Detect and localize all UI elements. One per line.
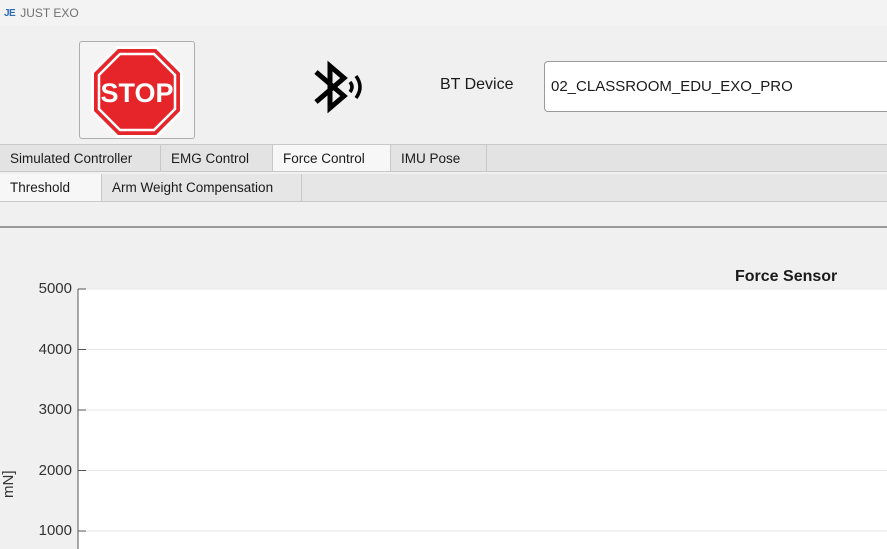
app-logo-icon: JE bbox=[4, 7, 16, 19]
toolbar: STOP BT Device 02_CLASSROOM_EDU_EXO_PRO bbox=[0, 26, 887, 144]
y-tick-label: 2000 bbox=[38, 461, 72, 479]
tab-label: Threshold bbox=[10, 180, 71, 195]
tab-force-control[interactable]: Force Control bbox=[273, 145, 391, 171]
stop-sign-icon: STOP bbox=[91, 46, 183, 138]
plot-svg bbox=[77, 288, 887, 549]
title-bar: JE JUST EXO bbox=[0, 0, 887, 26]
y-axis-label: mN] bbox=[0, 470, 17, 499]
plot-axes[interactable] bbox=[77, 288, 887, 549]
tab-imu-pose[interactable]: IMU Pose bbox=[391, 145, 487, 171]
tab-threshold[interactable]: Threshold bbox=[0, 174, 102, 201]
bt-device-field[interactable]: 02_CLASSROOM_EDU_EXO_PRO bbox=[544, 61, 887, 112]
y-tick-label: 4000 bbox=[38, 340, 72, 358]
tab-arm-weight-compensation[interactable]: Arm Weight Compensation bbox=[102, 174, 302, 201]
tab-label: Arm Weight Compensation bbox=[112, 180, 274, 195]
tab-label: Force Control bbox=[283, 150, 365, 166]
window-title: JUST EXO bbox=[20, 6, 79, 20]
main-tab-bar: Simulated Controller EMG Control Force C… bbox=[0, 144, 887, 172]
bt-device-value: 02_CLASSROOM_EDU_EXO_PRO bbox=[551, 78, 793, 95]
tab-label: IMU Pose bbox=[401, 150, 461, 166]
content-header-strip bbox=[0, 202, 887, 228]
tab-label: EMG Control bbox=[171, 150, 250, 166]
plot-panel: Force Sensor 5000 4000 3000 2000 1000 mN] bbox=[0, 228, 887, 549]
tab-label: Simulated Controller bbox=[10, 150, 133, 166]
sub-tab-bar: Threshold Arm Weight Compensation bbox=[0, 174, 887, 202]
tab-simulated-controller[interactable]: Simulated Controller bbox=[0, 145, 161, 171]
tab-emg-control[interactable]: EMG Control bbox=[161, 145, 273, 171]
stop-label: STOP bbox=[100, 78, 173, 108]
chart-title: Force Sensor bbox=[735, 268, 838, 285]
bt-device-label: BT Device bbox=[440, 76, 514, 93]
stop-button[interactable]: STOP bbox=[79, 41, 195, 139]
y-tick-label: 1000 bbox=[38, 522, 72, 539]
bluetooth-icon[interactable] bbox=[302, 52, 372, 127]
y-tick-label: 3000 bbox=[38, 401, 72, 418]
y-tick-label: 5000 bbox=[38, 280, 72, 297]
